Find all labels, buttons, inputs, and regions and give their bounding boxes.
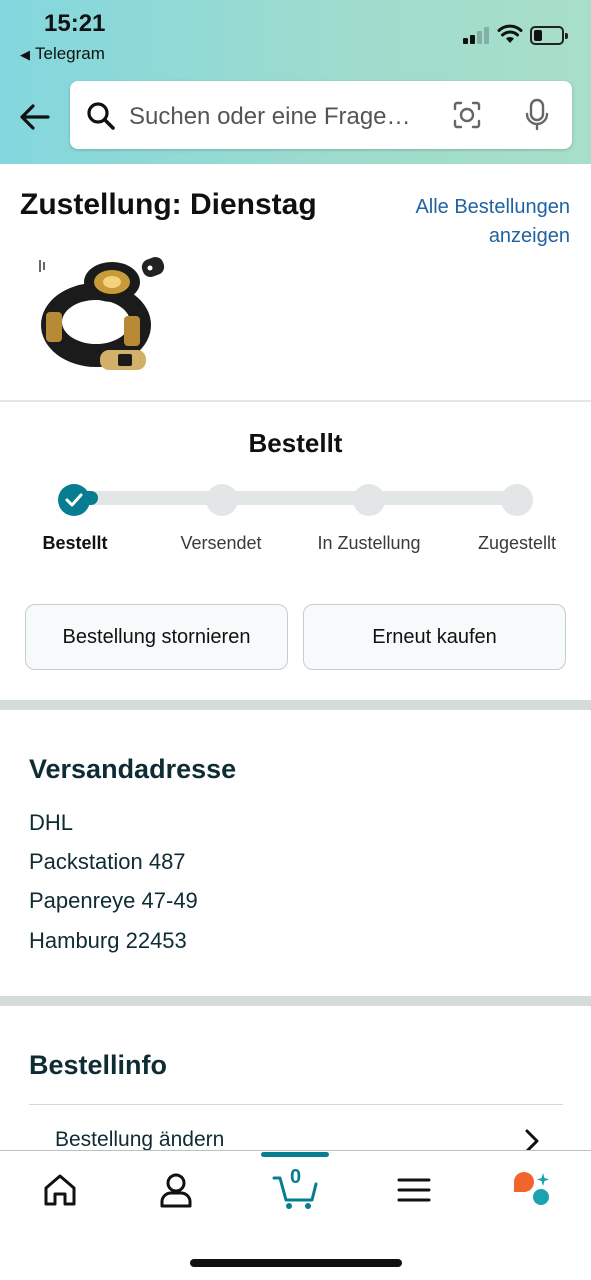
address-line: Papenreye 47-49 bbox=[29, 888, 198, 913]
section-divider bbox=[0, 996, 591, 1006]
back-to-app[interactable]: ◀ Telegram bbox=[20, 44, 105, 64]
order-info-heading: Bestellinfo bbox=[29, 1050, 168, 1080]
search-input[interactable]: Suchen oder eine Frage… bbox=[129, 103, 411, 131]
step-label-shipped: Versendet bbox=[180, 533, 262, 553]
shipping-address-heading: Versandadresse bbox=[29, 754, 237, 784]
tracking-progress-track bbox=[74, 491, 518, 505]
profile-icon[interactable] bbox=[156, 1170, 196, 1210]
cart-count-badge: 0 bbox=[290, 1166, 302, 1188]
section-divider bbox=[0, 700, 591, 710]
divider bbox=[0, 400, 591, 402]
delivery-title: Zustellung: Dienstag bbox=[20, 188, 317, 221]
back-arrow-icon[interactable] bbox=[18, 100, 52, 134]
home-indicator bbox=[190, 1259, 402, 1267]
rufus-assistant-icon[interactable] bbox=[512, 1170, 552, 1210]
order-status-heading: Bestellt bbox=[248, 428, 343, 458]
step-in-delivery-dot bbox=[353, 484, 385, 516]
microphone-icon[interactable] bbox=[524, 98, 550, 132]
top-header: 15:21 ◀ Telegram Suchen oder eine Frage… bbox=[0, 0, 591, 164]
address-line: DHL bbox=[29, 810, 74, 835]
battery-icon bbox=[530, 26, 568, 45]
step-ordered-check-icon bbox=[58, 484, 90, 516]
step-label-delivered: Zugestellt bbox=[477, 533, 557, 553]
active-tab-indicator bbox=[261, 1152, 329, 1157]
back-triangle-icon: ◀ bbox=[20, 47, 30, 62]
cancel-order-button[interactable]: Bestellung stornieren bbox=[25, 604, 288, 670]
menu-icon[interactable] bbox=[394, 1170, 434, 1210]
change-order-row[interactable]: Bestellung ändern bbox=[55, 1128, 224, 1152]
home-icon[interactable] bbox=[40, 1170, 80, 1210]
divider bbox=[29, 1104, 563, 1105]
camera-lens-icon[interactable] bbox=[452, 100, 482, 130]
product-thumbnail[interactable] bbox=[34, 250, 169, 385]
step-label-in-delivery: In Zustellung bbox=[317, 533, 421, 553]
search-bar[interactable]: Suchen oder eine Frage… bbox=[70, 81, 572, 149]
search-icon bbox=[87, 102, 115, 130]
step-shipped-dot bbox=[206, 484, 238, 516]
step-delivered-dot bbox=[501, 484, 533, 516]
cellular-signal-icon bbox=[463, 26, 491, 44]
back-app-label: Telegram bbox=[35, 44, 105, 63]
wifi-icon bbox=[497, 24, 523, 43]
step-label-ordered: Bestellt bbox=[42, 533, 108, 553]
buy-again-button[interactable]: Erneut kaufen bbox=[303, 604, 566, 670]
address-line: Hamburg 22453 bbox=[29, 928, 187, 953]
address-line: Packstation 487 bbox=[29, 849, 186, 874]
status-time: 15:21 bbox=[44, 10, 106, 37]
all-orders-link[interactable]: Alle Bestellungen anzeigen bbox=[370, 193, 570, 251]
